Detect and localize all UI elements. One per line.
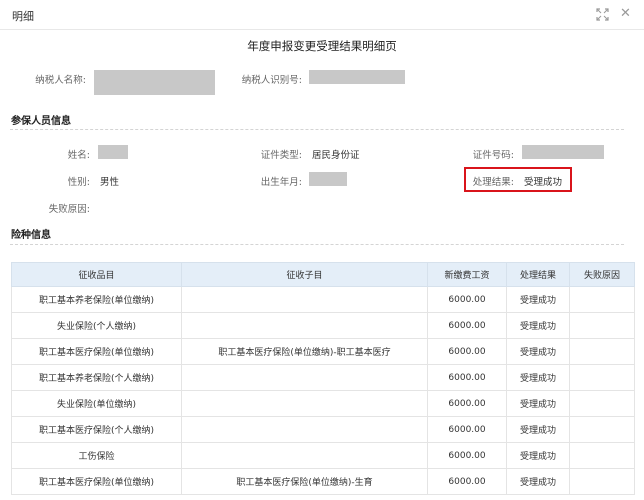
- fail-reason-label: 失败原因:: [48, 204, 90, 215]
- taxpayer-name-redacted: [94, 70, 215, 95]
- table-cell: [569, 364, 635, 391]
- table-cell: 失业保险(个人缴纳): [11, 312, 182, 339]
- table-cell: 6000.00: [427, 468, 507, 495]
- column-header: 新缴费工资: [427, 262, 507, 287]
- table-cell: [569, 312, 635, 339]
- id-number-label: 证件号码:: [472, 150, 514, 161]
- table-cell: 工伤保险: [11, 442, 182, 469]
- table-row: 工伤保险 6000.00 受理成功: [11, 442, 635, 469]
- page-title: 年度申报变更受理结果明细页: [247, 39, 397, 53]
- table-cell: 6000.00: [427, 416, 507, 443]
- table-cell: 6000.00: [427, 442, 507, 469]
- id-type-label: 证件类型:: [260, 150, 302, 161]
- table-cell: 6000.00: [427, 312, 507, 339]
- table-cell: 职工基本养老保险(个人缴纳): [11, 364, 182, 391]
- table-cell: 受理成功: [506, 416, 570, 443]
- name-redacted: [98, 145, 128, 159]
- table-row: 职工基本医疗保险(单位缴纳) 职工基本医疗保险(单位缴纳)-生育 6000.00…: [11, 468, 635, 495]
- table-cell: 受理成功: [506, 312, 570, 339]
- table-cell: 受理成功: [506, 442, 570, 469]
- column-header: 征收子目: [181, 262, 428, 287]
- column-header: 处理结果: [506, 262, 570, 287]
- id-type-value: 居民身份证: [312, 150, 360, 161]
- table-cell: 职工基本养老保险(单位缴纳): [11, 286, 182, 313]
- table-cell: 6000.00: [427, 364, 507, 391]
- table-row: 职工基本医疗保险(单位缴纳) 职工基本医疗保险(单位缴纳)-职工基本医疗 600…: [11, 338, 635, 365]
- table-cell: 6000.00: [427, 286, 507, 313]
- gender-label: 性别:: [67, 177, 90, 188]
- table-cell: [569, 286, 635, 313]
- taxpayer-id-redacted: [309, 70, 405, 84]
- table-cell: 受理成功: [506, 468, 570, 495]
- result-value: 受理成功: [524, 177, 563, 188]
- insured-section-title: 参保人员信息: [11, 116, 71, 127]
- table-row: 职工基本医疗保险(个人缴纳) 6000.00 受理成功: [11, 416, 635, 443]
- section-divider: [10, 244, 624, 245]
- table-cell: [569, 338, 635, 365]
- table-cell: 职工基本医疗保险(个人缴纳): [11, 416, 182, 443]
- dialog-title: 明细: [12, 10, 34, 23]
- close-icon[interactable]: ✕: [620, 6, 631, 22]
- table-row: 失业保险(个人缴纳) 6000.00 受理成功: [11, 312, 635, 339]
- table-cell: [181, 312, 428, 339]
- column-header: 失败原因: [569, 262, 635, 287]
- column-header: 征收品目: [11, 262, 182, 287]
- table-cell: 职工基本医疗保险(单位缴纳): [11, 468, 182, 495]
- table-row: 职工基本养老保险(单位缴纳) 6000.00 受理成功: [11, 286, 635, 313]
- insurance-section-title: 险种信息: [11, 230, 51, 241]
- table-cell: 受理成功: [506, 286, 570, 313]
- table-cell: [569, 442, 635, 469]
- taxpayer-name-label: 纳税人名称:: [35, 75, 86, 86]
- table-cell: 职工基本医疗保险(单位缴纳)-生育: [181, 468, 428, 495]
- table-cell: 职工基本医疗保险(单位缴纳): [11, 338, 182, 365]
- section-divider: [10, 129, 624, 130]
- birth-label: 出生年月:: [260, 177, 302, 188]
- dialog-titlebar: 明细 ✕: [0, 0, 644, 30]
- table-header-row: 征收品目 征收子目 新缴费工资 处理结果 失败原因: [11, 262, 635, 287]
- gender-value: 男性: [100, 177, 120, 188]
- table-cell: 职工基本医疗保险(单位缴纳)-职工基本医疗: [181, 338, 428, 365]
- result-label: 处理结果:: [472, 177, 514, 188]
- table-cell: 6000.00: [427, 338, 507, 365]
- birth-redacted: [309, 172, 347, 186]
- table-cell: [181, 286, 428, 313]
- table-row: 职工基本养老保险(个人缴纳) 6000.00 受理成功: [11, 364, 635, 391]
- table-cell: 6000.00: [427, 390, 507, 417]
- table-cell: 受理成功: [506, 338, 570, 365]
- table-cell: [181, 416, 428, 443]
- table-cell: 受理成功: [506, 364, 570, 391]
- expand-icon[interactable]: [596, 8, 609, 21]
- table-cell: 受理成功: [506, 390, 570, 417]
- table-cell: [569, 416, 635, 443]
- name-label: 姓名:: [67, 150, 90, 161]
- taxpayer-id-label: 纳税人识别号:: [241, 75, 302, 86]
- table-cell: [181, 442, 428, 469]
- id-number-redacted: [522, 145, 604, 159]
- table-cell: 失业保险(单位缴纳): [11, 390, 182, 417]
- table-cell: [569, 390, 635, 417]
- table-row: 失业保险(单位缴纳) 6000.00 受理成功: [11, 390, 635, 417]
- insurance-table: 征收品目 征收子目 新缴费工资 处理结果 失败原因 职工基本养老保险(单位缴纳)…: [11, 262, 635, 495]
- table-cell: [569, 468, 635, 495]
- table-cell: [181, 364, 428, 391]
- table-cell: [181, 390, 428, 417]
